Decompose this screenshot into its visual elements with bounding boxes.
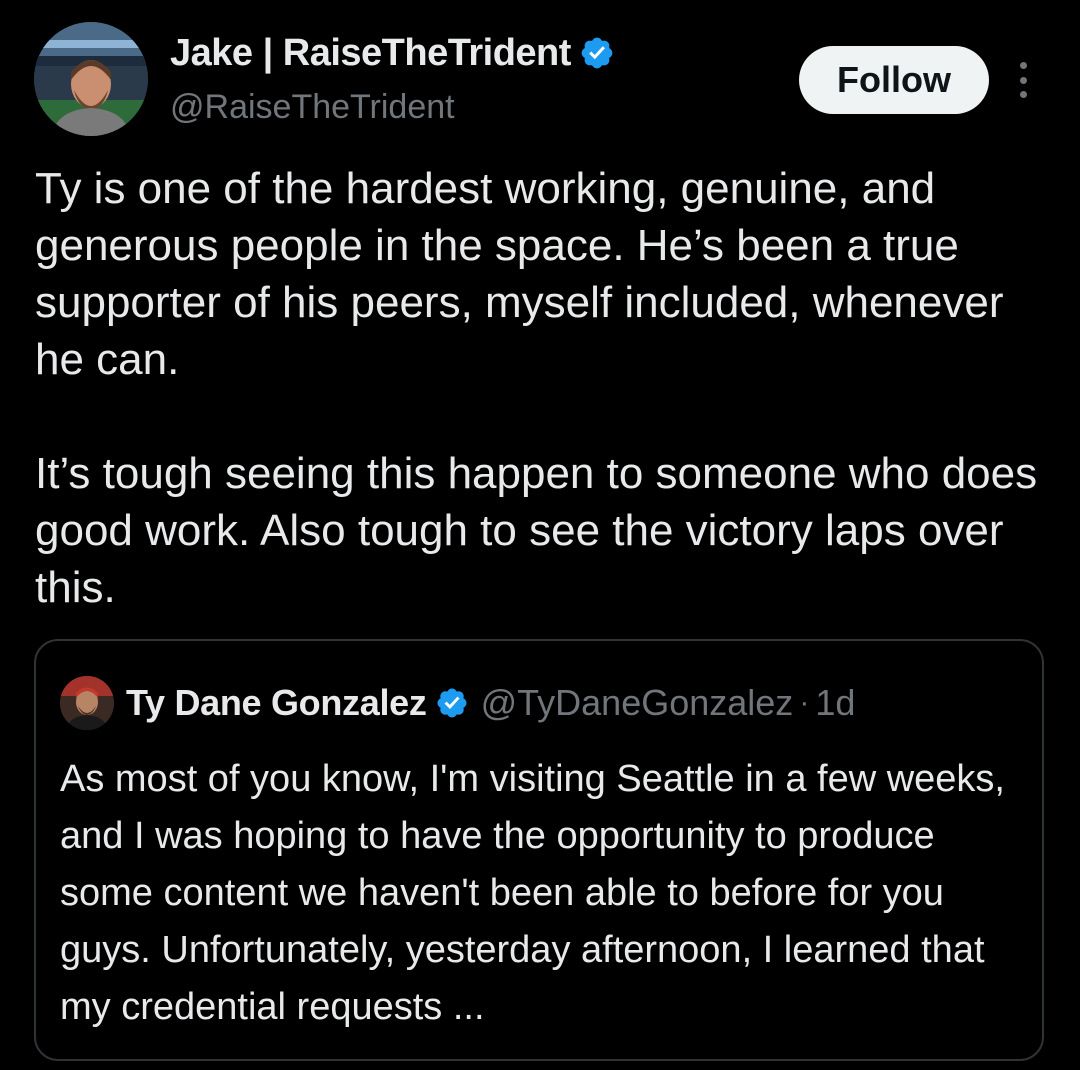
verified-badge-icon [437,688,467,718]
author-handle[interactable]: @RaiseTheTrident [170,88,455,127]
tweet-body: Ty is one of the hardest working, genuin… [35,160,1055,616]
more-vertical-icon[interactable] [1008,58,1038,102]
author-name[interactable]: Jake | RaiseTheTrident [170,32,571,75]
separator-dot: · [799,686,810,719]
more-dot [1019,62,1027,69]
author-avatar-image [34,22,148,136]
quoted-author-avatar [60,676,114,730]
author-avatar[interactable] [34,22,148,136]
quoted-tweet-header: Ty Dane Gonzalez @TyDaneGonzalez · 1d [60,675,855,731]
tweet-paragraph: Ty is one of the hardest working, genuin… [35,164,1004,384]
quoted-author-avatar-image [60,676,114,730]
quoted-tweet-card[interactable]: Ty Dane Gonzalez @TyDaneGonzalez · 1d As… [34,639,1044,1061]
more-dot [1019,76,1027,84]
more-dot [1019,91,1027,98]
follow-button[interactable]: Follow [799,46,989,114]
tweet-paragraph: It’s tough seeing this happen to someone… [35,449,1038,612]
quoted-tweet-timestamp: 1d [815,682,856,723]
verified-badge-icon [581,37,613,69]
quoted-author-handle: @TyDaneGonzalez [480,682,794,723]
quoted-author-name: Ty Dane Gonzalez [126,682,427,723]
tweet-page: Jake | RaiseTheTrident @RaiseTheTrident … [0,0,1080,1070]
author-name-row[interactable]: Jake | RaiseTheTrident [170,28,615,78]
quoted-tweet-body: As most of you know, I'm visiting Seattl… [60,758,1005,1028]
